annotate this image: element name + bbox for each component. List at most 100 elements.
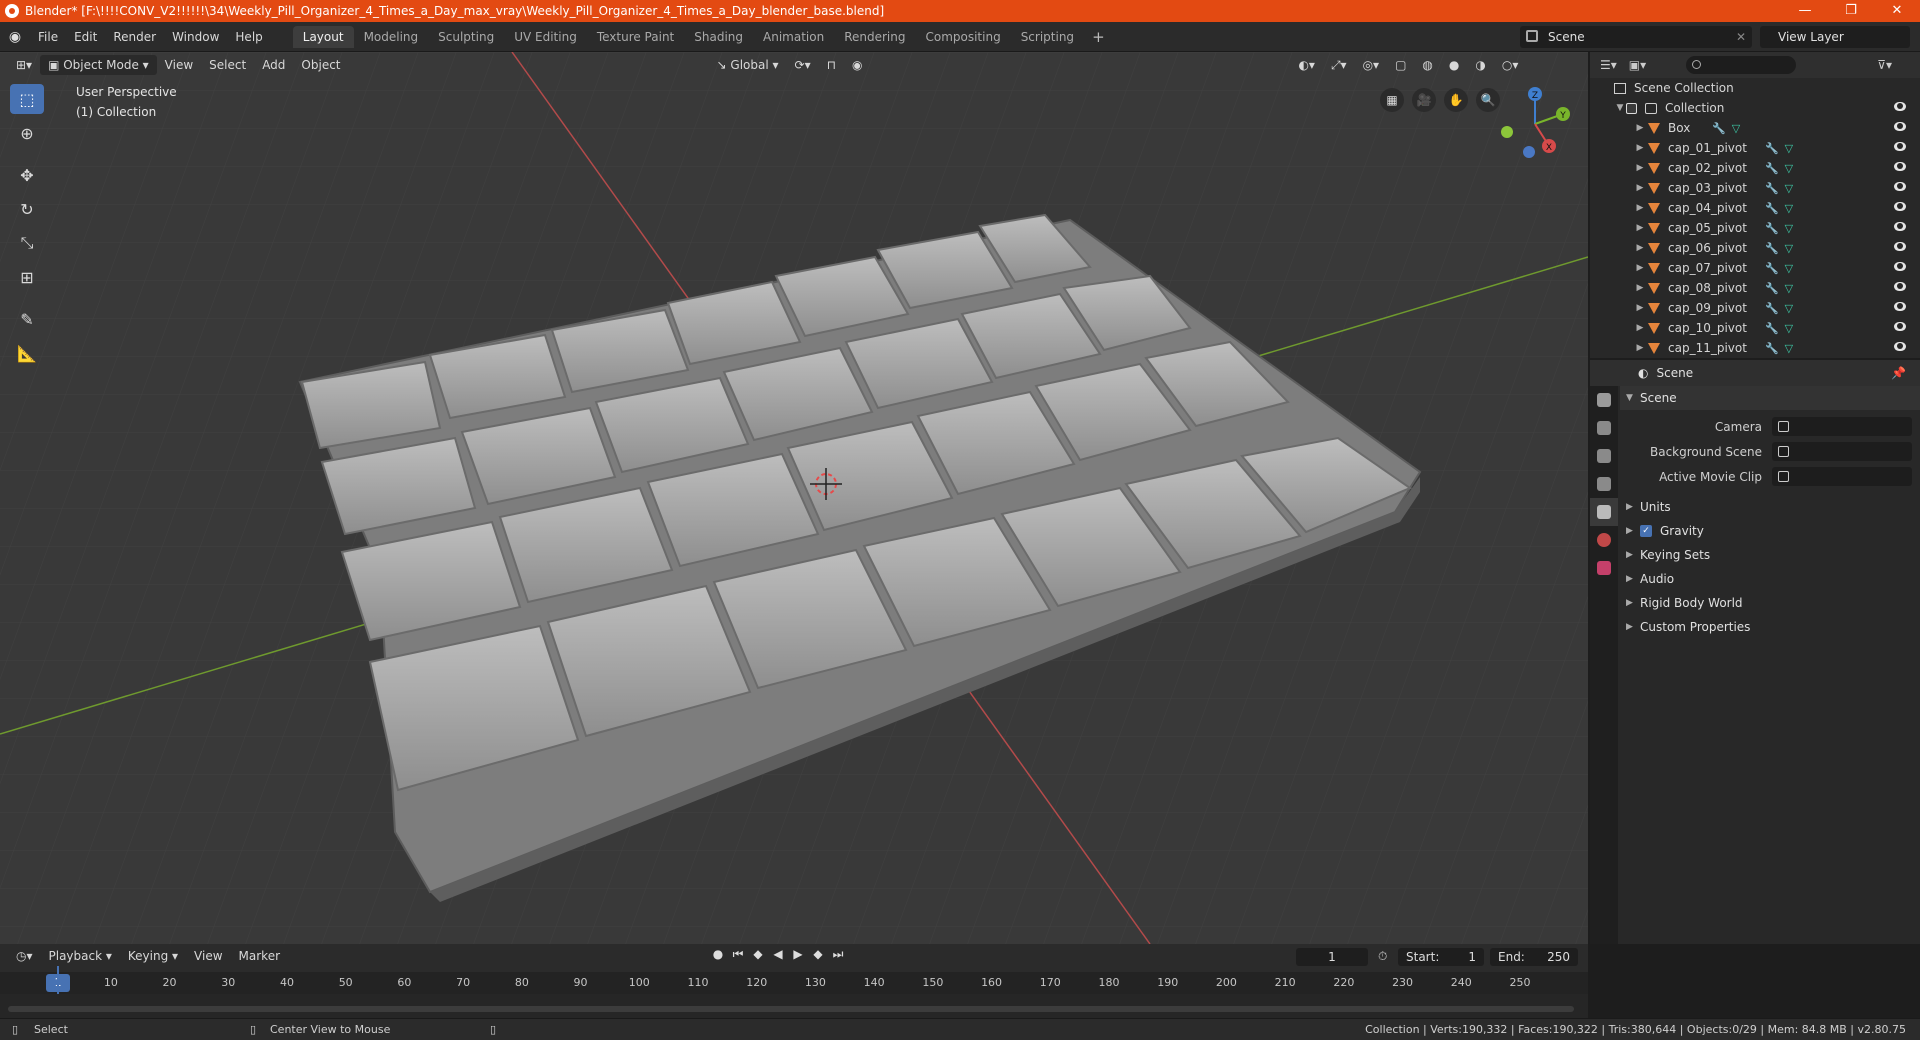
timeline-track[interactable] bbox=[0, 994, 1588, 1018]
background-scene-field[interactable] bbox=[1772, 442, 1912, 461]
outliner-collection[interactable]: ▼ Collection bbox=[1590, 98, 1920, 118]
tab-scripting[interactable]: Scripting bbox=[1011, 26, 1084, 48]
modifier-wrench-icon[interactable]: 🔧 bbox=[1765, 262, 1779, 275]
camera-view-icon[interactable]: 🎥 bbox=[1412, 88, 1436, 112]
mesh-data-icon[interactable]: ▽ bbox=[1785, 282, 1793, 295]
end-frame-field[interactable]: End: 250 bbox=[1490, 948, 1578, 966]
transform-orientation-dropdown[interactable]: ↘ Global ▾ bbox=[709, 55, 787, 75]
units-section[interactable]: ▶ Units bbox=[1620, 495, 1920, 519]
overlay-toggle-icon[interactable]: ◎▾ bbox=[1355, 55, 1388, 75]
tab-sculpting[interactable]: Sculpting bbox=[428, 26, 504, 48]
maximize-button[interactable]: ❐ bbox=[1828, 0, 1874, 22]
modifier-wrench-icon[interactable]: 🔧 bbox=[1765, 182, 1779, 195]
menu-playback[interactable]: Playback ▾ bbox=[41, 946, 120, 966]
menu-select[interactable]: Select bbox=[201, 55, 254, 75]
visibility-eye-icon[interactable] bbox=[1894, 182, 1906, 191]
cursor-icon[interactable]: ⊕ bbox=[10, 118, 44, 148]
zoom-icon[interactable]: 🔍 bbox=[1476, 88, 1500, 112]
outliner-editor-icon[interactable]: ☰▾ bbox=[1600, 58, 1617, 72]
timeline-scrollbar[interactable] bbox=[8, 1006, 1574, 1012]
visibility-eye-icon[interactable] bbox=[1894, 122, 1906, 131]
collection-checkbox[interactable] bbox=[1626, 102, 1637, 114]
outliner-object-row[interactable]: ▶ cap_10_pivot 🔧 ▽ bbox=[1590, 318, 1920, 338]
expand-arrow-icon[interactable]: ▶ bbox=[1634, 123, 1646, 133]
select-box-icon[interactable]: ⬚ bbox=[10, 84, 44, 114]
mesh-data-icon[interactable]: ▽ bbox=[1785, 162, 1793, 175]
outliner-object-row[interactable]: ▶ cap_06_pivot 🔧 ▽ bbox=[1590, 238, 1920, 258]
tab-modeling[interactable]: Modeling bbox=[354, 26, 429, 48]
expand-arrow-icon[interactable]: ▶ bbox=[1634, 203, 1646, 213]
visibility-eye-icon[interactable] bbox=[1894, 322, 1906, 331]
scale-icon[interactable]: ⤡ bbox=[10, 228, 44, 258]
view-layer-selector[interactable]: View Layer bbox=[1760, 26, 1910, 48]
visibility-eye-icon[interactable] bbox=[1894, 242, 1906, 251]
modifier-wrench-icon[interactable]: 🔧 bbox=[1765, 242, 1779, 255]
snap-icon[interactable]: ⊓ bbox=[819, 55, 844, 75]
visibility-icon[interactable]: ◐▾ bbox=[1290, 55, 1323, 75]
expand-arrow-icon[interactable]: ▶ bbox=[1634, 323, 1646, 333]
outliner-object-row[interactable]: ▶ Box 🔧 ▽ bbox=[1590, 118, 1920, 138]
gravity-section[interactable]: ▶ ✓ Gravity bbox=[1620, 519, 1920, 543]
expand-arrow-icon[interactable]: ▶ bbox=[1634, 303, 1646, 313]
expand-arrow-icon[interactable]: ▶ bbox=[1634, 163, 1646, 173]
pan-hand-icon[interactable]: ✋ bbox=[1444, 88, 1468, 112]
jump-start-icon[interactable]: ⏮ bbox=[730, 947, 746, 962]
output-tab[interactable] bbox=[1590, 442, 1618, 470]
stopwatch-icon[interactable]: ⏱ bbox=[1378, 949, 1387, 964]
close-scene-icon[interactable]: ✕ bbox=[1736, 30, 1746, 44]
mesh-data-icon[interactable]: ▽ bbox=[1785, 242, 1793, 255]
blender-menu-icon[interactable]: ◉ bbox=[0, 29, 30, 45]
object-mode-dropdown[interactable]: ▣ Object Mode ▾ bbox=[40, 55, 157, 75]
viewport-scene[interactable]: Z Y X bbox=[0, 52, 1588, 944]
play-icon[interactable]: ▶ bbox=[790, 947, 806, 962]
proportional-edit-icon[interactable]: ◉ bbox=[844, 55, 870, 75]
visibility-eye-icon[interactable] bbox=[1894, 262, 1906, 271]
visibility-eye-icon[interactable] bbox=[1894, 222, 1906, 231]
gizmo-toggle-icon[interactable]: ⤢▾ bbox=[1323, 55, 1355, 75]
menu-render[interactable]: Render bbox=[105, 30, 164, 44]
timeline-editor-icon[interactable]: ◷▾ bbox=[8, 946, 41, 966]
scene-panel-header[interactable]: ▼ Scene bbox=[1620, 386, 1920, 410]
render-tab[interactable] bbox=[1590, 414, 1618, 442]
tab-compositing[interactable]: Compositing bbox=[915, 26, 1010, 48]
start-frame-field[interactable]: Start: 1 bbox=[1398, 948, 1484, 966]
tool-tab[interactable] bbox=[1590, 386, 1618, 414]
modifier-wrench-icon[interactable]: 🔧 bbox=[1765, 162, 1779, 175]
modifier-wrench-icon[interactable]: 🔧 bbox=[1765, 282, 1779, 295]
expand-arrow-icon[interactable]: ▶ bbox=[1634, 283, 1646, 293]
record-icon[interactable]: ● bbox=[710, 947, 726, 962]
mesh-data-icon[interactable]: ▽ bbox=[1785, 142, 1793, 155]
measure-icon[interactable]: 📐 bbox=[10, 338, 44, 368]
menu-object[interactable]: Object bbox=[293, 55, 348, 75]
outliner-object-row[interactable]: ▶ cap_02_pivot 🔧 ▽ bbox=[1590, 158, 1920, 178]
menu-file[interactable]: File bbox=[30, 30, 66, 44]
menu-marker[interactable]: Marker bbox=[231, 946, 288, 966]
rigid-body-world-section[interactable]: ▶ Rigid Body World bbox=[1620, 591, 1920, 615]
expand-arrow-icon[interactable]: ▶ bbox=[1634, 143, 1646, 153]
visibility-eye-icon[interactable] bbox=[1894, 162, 1906, 171]
menu-view[interactable]: View bbox=[157, 55, 201, 75]
tab-animation[interactable]: Animation bbox=[753, 26, 834, 48]
menu-help[interactable]: Help bbox=[227, 30, 270, 44]
tab-rendering[interactable]: Rendering bbox=[834, 26, 915, 48]
modifier-wrench-icon[interactable]: 🔧 bbox=[1765, 342, 1779, 355]
visibility-eye-icon[interactable] bbox=[1894, 102, 1906, 111]
visibility-eye-icon[interactable] bbox=[1894, 302, 1906, 311]
editor-type-icon[interactable]: ⊞▾ bbox=[8, 55, 40, 75]
modifier-wrench-icon[interactable]: 🔧 bbox=[1712, 122, 1726, 135]
next-keyframe-icon[interactable]: ◆ bbox=[810, 947, 826, 962]
mesh-data-icon[interactable]: ▽ bbox=[1785, 202, 1793, 215]
3d-viewport[interactable]: Z Y X ⊞▾ ▣ Object Mode ▾ View Select Add… bbox=[0, 52, 1588, 944]
visibility-eye-icon[interactable] bbox=[1894, 282, 1906, 291]
expand-arrow-icon[interactable]: ▶ bbox=[1634, 263, 1646, 273]
outliner-object-row[interactable]: ▶ cap_05_pivot 🔧 ▽ bbox=[1590, 218, 1920, 238]
xray-icon[interactable]: ▢ bbox=[1387, 55, 1414, 75]
shading-material-icon[interactable]: ◑ bbox=[1467, 55, 1493, 75]
jump-end-icon[interactable]: ⏭ bbox=[830, 947, 846, 962]
shading-wireframe-icon[interactable]: ◍ bbox=[1414, 55, 1440, 75]
outliner-object-row[interactable]: ▶ cap_11_pivot 🔧 ▽ bbox=[1590, 338, 1920, 358]
toggle-grid-view-icon[interactable]: ▦ bbox=[1380, 88, 1404, 112]
scene-selector[interactable]: Scene ✕ bbox=[1520, 26, 1752, 48]
outliner-object-row[interactable]: ▶ cap_03_pivot 🔧 ▽ bbox=[1590, 178, 1920, 198]
rotate-icon[interactable]: ↻ bbox=[10, 194, 44, 224]
